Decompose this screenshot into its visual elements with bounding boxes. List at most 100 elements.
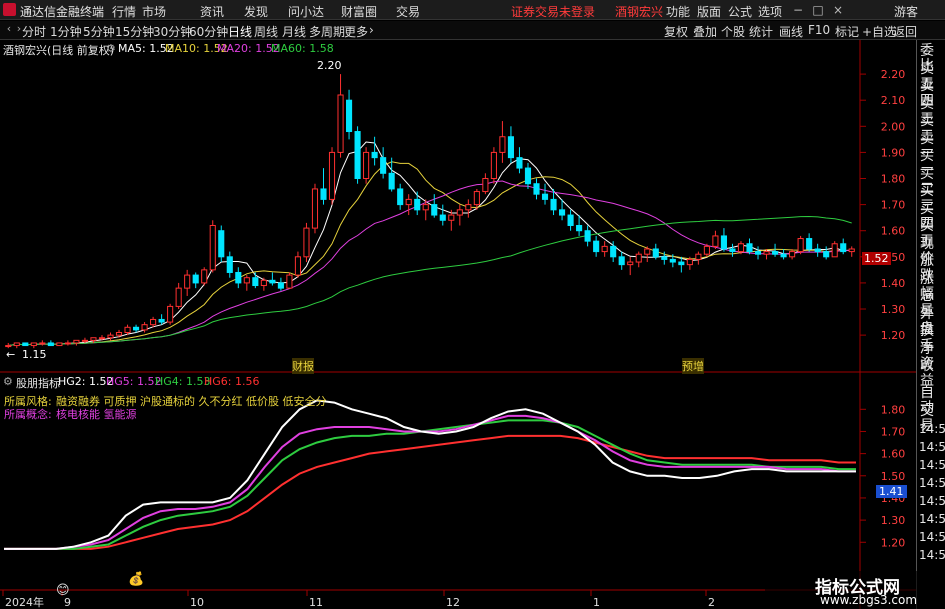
indicator-tick-label: 1.80	[881, 403, 906, 416]
stock-chart[interactable]: 2.20 2.10 2.00 1.90 1.80 1.70 1.60 1.50 1.40 1.30…	[0, 40, 916, 609]
menu-bar: 通达信金融终端 行情 市场 资讯 发现 问小达 财富圈 交易 证券交易未登录 酒…	[0, 0, 945, 20]
indicator-settings-icon[interactable]: ⚙	[3, 375, 13, 388]
candle-down	[584, 230, 591, 242]
candle-down	[516, 157, 523, 169]
candle-down	[380, 157, 387, 174]
candle-down	[388, 172, 395, 190]
low-price-marker: 1.15	[22, 348, 47, 361]
stock-button[interactable]: 个股	[721, 23, 745, 40]
period-tab-1min[interactable]: 1分钟	[50, 23, 82, 40]
candle-up	[797, 238, 804, 253]
stats-button[interactable]: 统计	[749, 23, 773, 40]
x-axis-label: 11	[309, 596, 323, 609]
menu-item-wealth[interactable]: 财富圈	[341, 3, 377, 20]
menu-item-options[interactable]: 选项	[758, 3, 782, 20]
price-tick-label: 1.70	[881, 199, 906, 212]
time-tag: 14:56	[919, 512, 945, 526]
candle-down	[507, 136, 514, 159]
candle-down	[610, 245, 617, 258]
hg4-legend: HG4: 1.53	[155, 375, 211, 388]
price-tick-label: 1.80	[881, 173, 906, 186]
f10-button[interactable]: F10	[808, 23, 830, 37]
minimize-icon[interactable]: −	[790, 2, 806, 18]
period-tab-daily[interactable]: 日线	[228, 23, 252, 40]
candle-down	[541, 193, 549, 200]
time-tag: 14:56	[919, 476, 945, 490]
close-icon[interactable]: ×	[830, 2, 846, 18]
add-watchlist-button[interactable]: +自选	[862, 23, 896, 40]
ma60-legend: MA60: 1.58	[271, 42, 334, 55]
event-tag-preincrease[interactable]: 预增	[682, 358, 704, 374]
period-tab-15min[interactable]: 15分钟	[115, 23, 154, 40]
candle-down	[559, 209, 566, 216]
back-button[interactable]: 返回	[893, 23, 917, 40]
candle-up	[695, 253, 702, 260]
menu-item-ask[interactable]: 问小达	[288, 3, 324, 20]
candle-up	[150, 318, 157, 326]
period-tab-30min[interactable]: 30分钟	[153, 23, 192, 40]
guest-user[interactable]: 游客	[894, 3, 918, 20]
candle-down	[652, 248, 659, 258]
candle-up	[13, 342, 20, 347]
indicator-tick-label: 1.70	[881, 425, 906, 438]
ma10-line	[8, 161, 852, 347]
menu-item-function[interactable]: 功能	[666, 3, 690, 20]
period-tab-multi[interactable]: 多周期	[309, 23, 345, 40]
candle-up	[73, 339, 80, 344]
mark-button[interactable]: 标记	[835, 23, 859, 40]
time-tag: 14:56	[919, 422, 945, 436]
candle-down	[576, 224, 583, 232]
menu-item-news[interactable]: 资讯	[200, 3, 224, 20]
menu-item-quotes[interactable]: 行情	[112, 3, 136, 20]
period-tab-weekly[interactable]: 周线	[254, 23, 278, 40]
login-status[interactable]: 证券交易未登录	[511, 3, 595, 20]
candle-up	[465, 204, 472, 211]
candle-up	[243, 277, 250, 284]
candle-up	[686, 258, 693, 266]
candle-up	[286, 274, 293, 289]
candle-up	[789, 251, 796, 258]
candle-down	[618, 256, 625, 266]
candle-up	[448, 214, 455, 221]
menu-item-market[interactable]: 市场	[142, 3, 166, 20]
time-tag: 14:56	[919, 440, 945, 454]
period-tab-intraday[interactable]: 分时	[22, 23, 46, 40]
event-tag-report[interactable]: 财报	[292, 358, 314, 374]
period-tab-60min[interactable]: 60分钟	[189, 23, 228, 40]
watermark-url: www.zbgs3.com	[820, 593, 918, 607]
indicator-current-tag: 1.41	[876, 485, 907, 498]
app-title: 通达信金融终端	[20, 5, 105, 19]
chevron-right-icon[interactable]: ›	[369, 23, 374, 37]
candle-down	[431, 204, 438, 216]
candle-up	[831, 243, 838, 258]
candle-up	[482, 178, 489, 193]
candle-up	[644, 248, 651, 255]
candle-up	[175, 287, 182, 307]
settings-gear-icon[interactable]: ⚙	[106, 42, 116, 55]
candle-up	[363, 151, 370, 180]
menu-item-formula[interactable]: 公式	[728, 3, 752, 20]
maximize-icon[interactable]: □	[810, 2, 826, 18]
menu-item-layout[interactable]: 版面	[697, 3, 721, 20]
candle-down	[22, 342, 29, 347]
candle-up	[81, 339, 88, 342]
period-tab-more[interactable]: 更多	[344, 23, 368, 40]
candle-up	[499, 136, 506, 153]
indicator-name[interactable]: 股朋指标	[16, 375, 60, 391]
overlay-button[interactable]: 叠加	[693, 23, 717, 40]
candle-down	[729, 248, 736, 253]
period-tab-monthly[interactable]: 月线	[282, 23, 306, 40]
candle-down	[47, 342, 54, 347]
candle-up	[167, 305, 174, 323]
adjust-button[interactable]: 复权	[664, 23, 688, 40]
concept-value: 核电核能 氢能源	[56, 408, 137, 421]
period-tab-5min[interactable]: 5分钟	[83, 23, 115, 40]
candle-down	[720, 235, 727, 250]
draw-button[interactable]: 画线	[779, 23, 803, 40]
quote-side-panel: 委比 卖五 卖四 卖三 卖二 卖一 买一 买二 买三 买四 买五 现价 涨跌 涨幅 总量 外盘 换手 净资 收益 自动…	[916, 40, 945, 609]
menu-item-trade[interactable]: 交易	[396, 3, 420, 20]
menu-item-discover[interactable]: 发现	[244, 3, 268, 20]
time-tag: 14:56	[919, 494, 945, 508]
candle-up	[848, 248, 855, 253]
price-tick-label: 1.30	[881, 303, 906, 316]
